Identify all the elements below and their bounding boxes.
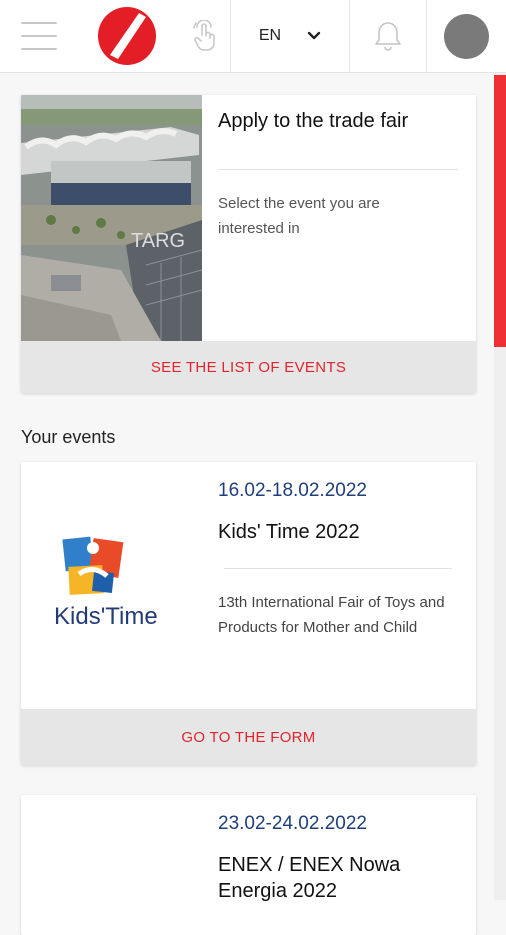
chevron-down-icon [307, 31, 321, 40]
divider [224, 568, 452, 569]
event-description: 13th International Fair of Toys and Prod… [218, 594, 445, 636]
apply-description: Select the event you are interested in [218, 195, 380, 237]
building-sign: TARG [131, 230, 185, 252]
see-list-of-events-button[interactable]: SEE THE LIST OF EVENTS [21, 341, 476, 393]
bell-icon[interactable] [350, 0, 426, 72]
event-card: 23.02-24.02.2022 ENEX / ENEX Nowa Energi… [21, 795, 476, 935]
event-logo: Kids'Time [21, 462, 211, 709]
event-name: Kids' Time 2022 [218, 521, 360, 543]
event-date: 16.02-18.02.2022 [218, 480, 367, 501]
avatar [444, 13, 489, 59]
brand-logo-icon[interactable] [95, 0, 159, 72]
event-name: ENEX / ENEX Nowa Energia 2022 [218, 854, 401, 902]
event-date: 23.02-24.02.2022 [218, 813, 367, 834]
top-bar: EN [0, 0, 506, 73]
language-selector[interactable]: EN [231, 0, 349, 72]
user-avatar-button[interactable] [427, 0, 506, 72]
event-card: Kids'Time 16.02-18.02.2022 Kids' Time 20… [21, 462, 476, 765]
your-events-heading: Your events [21, 427, 116, 447]
touch-gesture-icon[interactable] [182, 0, 228, 72]
event-logo-text: Kids'Time [54, 603, 158, 630]
scrollbar-thumb[interactable] [494, 75, 506, 347]
divider [218, 169, 458, 170]
language-code: EN [258, 27, 282, 44]
apply-card: TARG Apply to the trade fair Select the … [21, 95, 476, 393]
apply-title: Apply to the trade fair [218, 110, 409, 132]
trade-fair-photo: TARG [21, 95, 202, 341]
hamburger-menu-icon[interactable] [18, 0, 60, 72]
go-to-form-button[interactable]: GO TO THE FORM [21, 709, 476, 765]
